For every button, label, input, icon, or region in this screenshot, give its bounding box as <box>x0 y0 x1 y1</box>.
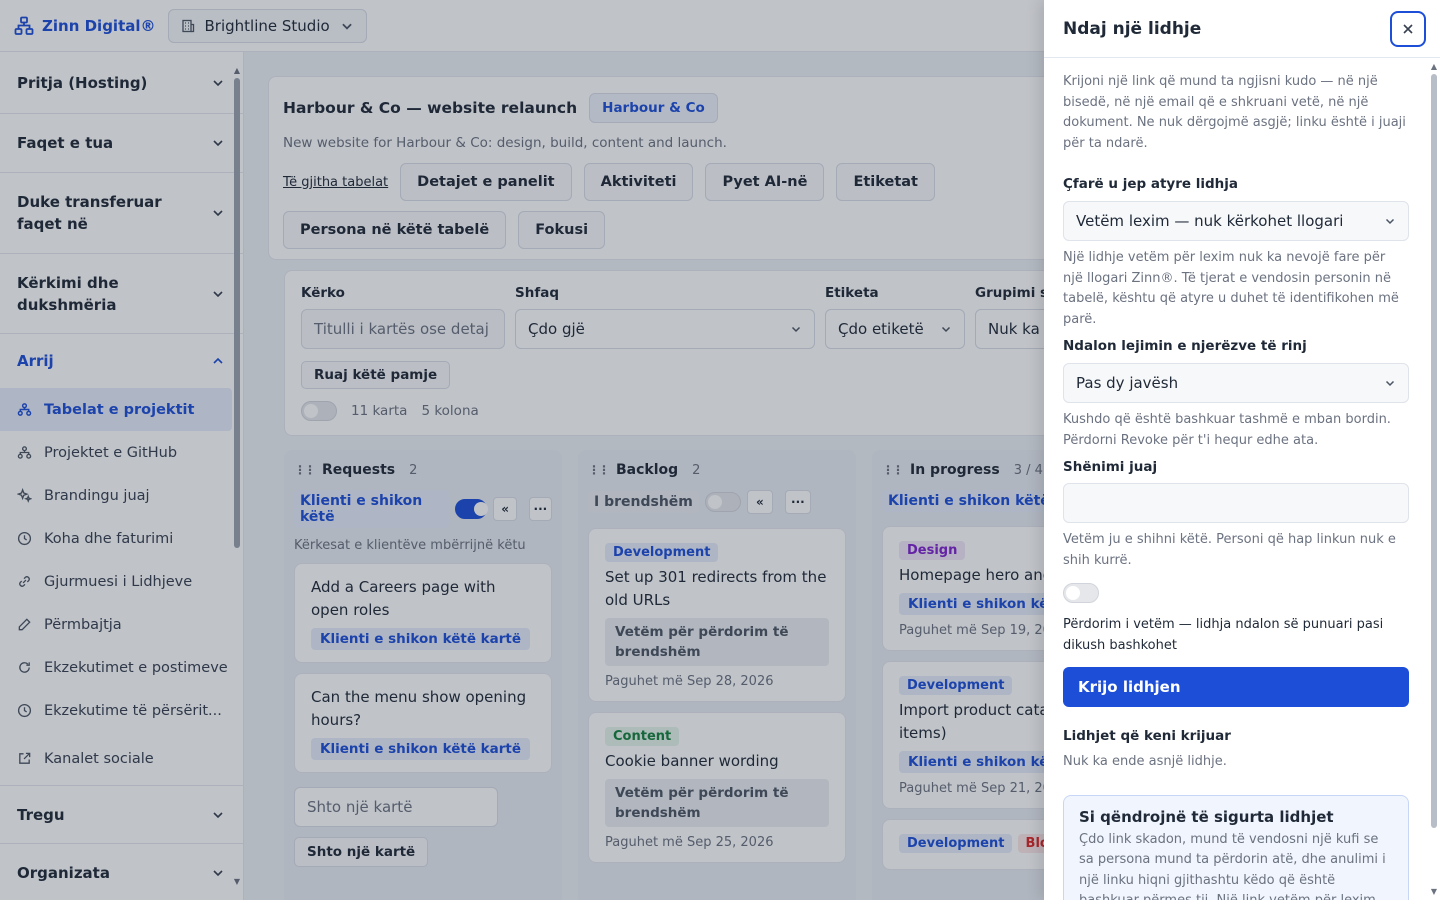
chevron-down-icon <box>1385 218 1395 225</box>
access-help: Një lidhje vetëm për lexim nuk ka nevojë… <box>1063 250 1399 327</box>
safety-info-box: Si qëndrojnë të sigurta lidhjet Çdo link… <box>1063 794 1409 900</box>
close-button[interactable] <box>1390 10 1426 47</box>
close-icon <box>1403 23 1413 34</box>
chevron-down-icon <box>1385 380 1395 387</box>
access-label: Çfarë u jep atyre lidhja <box>1063 176 1239 192</box>
modal-backdrop[interactable] <box>0 0 1044 900</box>
create-link-button[interactable]: Krijo lidhjen <box>1063 667 1409 707</box>
note-label: Shënimi juaj <box>1063 459 1158 475</box>
share-intro: Krijoni një link që mund ta ngjisni kudo… <box>1063 74 1406 151</box>
share-link-panel: Ndaj një lidhje Krijoni një link që mund… <box>1044 0 1440 900</box>
safety-title: Si qëndrojnë të sigurta lidhjet <box>1079 807 1334 826</box>
panel-title: Ndaj një lidhje <box>1063 18 1202 39</box>
scroll-down-arrow-icon[interactable]: ▼ <box>1431 887 1437 896</box>
single-use-toggle[interactable] <box>1063 583 1099 603</box>
expiry-help: Kushdo që është bashkuar tashmë e mban b… <box>1063 412 1391 448</box>
scroll-up-arrow-icon[interactable]: ▲ <box>1431 62 1437 71</box>
note-help: Vetëm ju e shihni këtë. Personi që hap l… <box>1063 532 1396 568</box>
note-input[interactable] <box>1063 483 1409 523</box>
links-title: Lidhjet që keni krijuar <box>1063 728 1231 744</box>
panel-scrollbar[interactable] <box>1431 74 1437 828</box>
safety-text: Çdo link skadon, mund të vendosni një ku… <box>1079 831 1386 900</box>
links-empty: Nuk ka ende asnjë lidhje. <box>1063 754 1227 769</box>
expiry-label: Ndalon lejimin e njerëzve të rinj <box>1063 338 1307 354</box>
access-select[interactable]: Vetëm lexim — nuk kërkohet llogari <box>1063 201 1409 241</box>
expiry-select[interactable]: Pas dy javësh <box>1063 363 1409 403</box>
single-use-label: Përdorim i vetëm — lidhja ndalon së punu… <box>1063 617 1384 653</box>
